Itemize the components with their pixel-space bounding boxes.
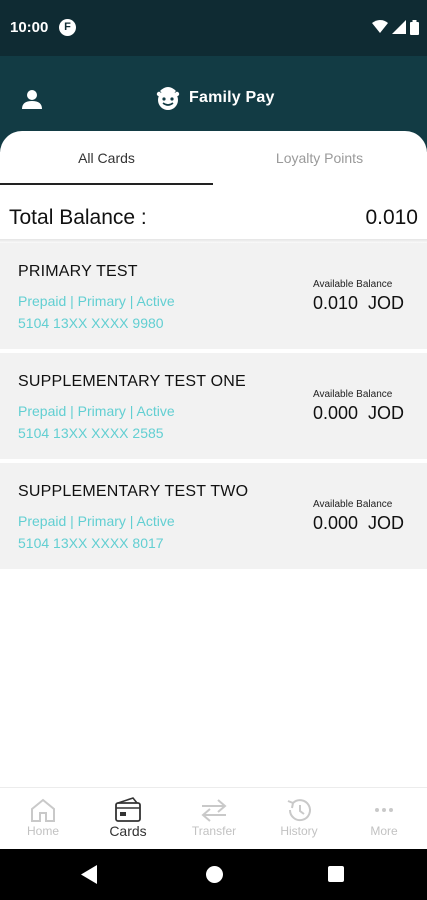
nav-label: Cards [109,823,147,839]
card-name: PRIMARY TEST [18,263,138,280]
content-panel: All Cards Loyalty Points Total Balance :… [0,131,427,788]
card-item[interactable]: SUPPLEMENTARY TEST TWO Prepaid | Primary… [0,463,427,569]
back-icon[interactable] [81,865,98,884]
card-name: SUPPLEMENTARY TEST TWO [18,483,249,500]
card-meta: Prepaid | Primary | Active [18,513,175,529]
balance-amount: 0.000 [313,403,359,423]
family-pay-logo [156,87,180,110]
more-icon [375,808,393,812]
card-item[interactable]: SUPPLEMENTARY TEST ONE Prepaid | Primary… [0,353,427,459]
app-title: Family Pay [189,89,275,106]
nav-label: Transfer [191,824,237,838]
balance-currency: JOD [368,293,405,313]
notification-app-icon: F [59,19,76,36]
tab-all-cards[interactable]: All Cards [0,131,213,185]
signal-icon [392,20,406,34]
available-balance-label: Available Balance [313,389,393,400]
total-balance-row: Total Balance : 0.010 [0,198,427,240]
card-name: SUPPLEMENTARY TEST ONE [18,373,246,390]
card-item[interactable]: PRIMARY TEST Prepaid | Primary | Active … [0,243,427,349]
card-icon [115,797,141,822]
wifi-icon [372,20,388,33]
nav-transfer[interactable]: Transfer [171,788,257,850]
card-number: 5104 13XX XXXX 8017 [18,535,164,551]
nav-more[interactable]: More [341,788,427,850]
tab-loyalty-points[interactable]: Loyalty Points [213,131,426,185]
total-balance-value: 0.010 [365,206,418,229]
card-number: 5104 13XX XXXX 9980 [18,315,164,331]
system-nav-bar [0,849,427,900]
bottom-nav: Home Cards Transfer History More [0,787,427,849]
available-balance-label: Available Balance [313,279,393,290]
card-balance: 0.010 JOD [313,293,404,314]
balance-amount: 0.000 [313,513,359,533]
transfer-icon [201,799,227,822]
recent-apps-icon[interactable] [328,866,344,882]
card-meta: Prepaid | Primary | Active [18,403,175,419]
card-balance: 0.000 JOD [313,513,404,534]
history-icon [287,799,311,822]
home-icon [31,798,55,822]
card-meta: Prepaid | Primary | Active [18,293,175,309]
battery-icon [410,19,419,35]
available-balance-label: Available Balance [313,499,393,510]
balance-currency: JOD [368,403,405,423]
total-balance-label: Total Balance : [9,206,147,229]
nav-label: More [370,824,398,838]
card-balance: 0.000 JOD [313,403,404,424]
user-icon[interactable] [21,88,43,110]
nav-cards[interactable]: Cards [85,788,171,850]
nav-home[interactable]: Home [0,788,86,850]
tab-selected-indicator [0,183,213,185]
status-bar: 10:00 F [0,0,427,56]
card-number: 5104 13XX XXXX 2585 [18,425,164,441]
home-button-icon[interactable] [206,866,223,883]
tab-bar: All Cards Loyalty Points [0,131,427,185]
nav-label: Home [26,824,59,838]
nav-label: History [280,824,318,838]
status-icons [372,18,419,36]
nav-history[interactable]: History [256,788,342,850]
balance-amount: 0.010 [313,293,359,313]
balance-currency: JOD [368,513,405,533]
status-time: 10:00 [10,19,49,36]
brand: Family Pay [154,85,275,111]
